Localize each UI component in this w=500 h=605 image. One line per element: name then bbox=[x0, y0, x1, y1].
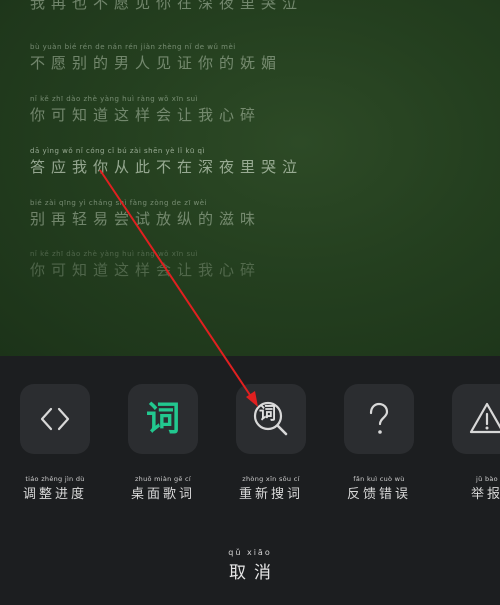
report-error-button[interactable]: fǎn kuì cuò wù 反馈错误 bbox=[344, 384, 414, 502]
question-icon bbox=[369, 402, 389, 434]
action-pinyin: jǔ bào bbox=[476, 475, 498, 483]
lyric-text: 我再也不愿见你在深夜里哭泣 bbox=[30, 0, 304, 12]
lyric-pinyin: nǐ kě zhī dào zhè yàng huì ràng wǒ xīn s… bbox=[30, 95, 198, 103]
lyric-line: 我再也不愿见你在深夜里哭泣 bbox=[30, 0, 303, 13]
lyric-pinyin: dā yìng wǒ nǐ cóng cǐ bú zài shēn yè lǐ … bbox=[30, 147, 205, 155]
action-label: jǔ bào 举报 bbox=[437, 475, 500, 502]
action-label: zhuō miàn gē cí 桌面歌词 bbox=[113, 475, 213, 502]
action-pinyin: tiáo zhěng jìn dù bbox=[25, 475, 85, 483]
search-lyrics-icon: 词 bbox=[249, 397, 293, 441]
cancel-pinyin: qǔ xiāo bbox=[228, 548, 272, 557]
action-text: 举报 bbox=[470, 487, 500, 502]
action-label: tiáo zhěng jìn dù 调整进度 bbox=[5, 475, 105, 502]
lyric-line: nǐ kě zhī dào zhè yàng huì ràng wǒ xīn s… bbox=[30, 95, 261, 125]
lyric-line: nǐ kě zhī dào zhè yàng huì ràng wǒ xīn s… bbox=[30, 250, 261, 280]
action-pinyin: zhòng xīn sōu cí bbox=[242, 475, 300, 483]
action-pinyin: fǎn kuì cuò wù bbox=[353, 475, 405, 483]
lyric-pinyin: nǐ kě zhī dào zhè yàng huì ràng wǒ xīn s… bbox=[30, 250, 198, 258]
research-lyrics-button[interactable]: 词 zhòng xīn sōu cí 重新搜词 bbox=[236, 384, 306, 502]
warning-icon bbox=[469, 402, 500, 434]
lyric-text: 你可知道这样会让我心碎 bbox=[30, 106, 262, 124]
action-tile[interactable] bbox=[344, 384, 414, 454]
lyric-pinyin: bié zài qīng yì cháng shì fàng zòng de z… bbox=[30, 199, 208, 207]
action-text: 调整进度 bbox=[22, 487, 87, 502]
lyric-text: 你可知道这样会让我心碎 bbox=[30, 261, 262, 279]
lyrics-panel: 我再也不愿见你在深夜里哭泣 bù yuàn bié rén de nán rén… bbox=[0, 0, 500, 356]
action-tile[interactable]: 词 bbox=[128, 384, 198, 454]
lyric-line-current: dā yìng wǒ nǐ cóng cǐ bú zài shēn yè lǐ … bbox=[30, 147, 303, 177]
action-text: 桌面歌词 bbox=[130, 487, 195, 502]
cancel-label: 取消 bbox=[229, 563, 279, 583]
desktop-lyrics-icon: 词 bbox=[146, 399, 180, 439]
lyrics-screen: 我再也不愿见你在深夜里哭泣 bù yuàn bié rén de nán rén… bbox=[0, 0, 500, 605]
search-lyrics-glyph: 词 bbox=[259, 404, 276, 424]
action-tile[interactable] bbox=[452, 384, 500, 454]
action-text: 反馈错误 bbox=[346, 487, 411, 502]
lyric-line: bù yuàn bié rén de nán rén jiàn zhèng nǐ… bbox=[30, 43, 282, 73]
cancel-button[interactable]: qǔ xiāo 取消 bbox=[200, 548, 300, 583]
action-label: zhòng xīn sōu cí 重新搜词 bbox=[221, 475, 321, 502]
lyric-text: 答应我你从此不在深夜里哭泣 bbox=[30, 158, 304, 176]
action-label: fǎn kuì cuò wù 反馈错误 bbox=[329, 475, 429, 502]
lyric-line: bié zài qīng yì cháng shì fàng zòng de z… bbox=[30, 199, 261, 229]
adjust-progress-button[interactable]: tiáo zhěng jìn dù 调整进度 bbox=[20, 384, 90, 502]
lyric-text: 别再轻易尝试放纵的滋味 bbox=[30, 210, 262, 228]
lyric-pinyin: bù yuàn bié rén de nán rén jiàn zhèng nǐ… bbox=[30, 43, 236, 51]
action-tile[interactable]: 词 bbox=[236, 384, 306, 454]
action-tile[interactable] bbox=[20, 384, 90, 454]
lyric-text: 不愿别的男人见证你的妩媚 bbox=[30, 54, 283, 72]
action-text: 重新搜词 bbox=[238, 487, 303, 502]
report-button[interactable]: jǔ bào 举报 bbox=[452, 384, 500, 502]
code-brackets-icon bbox=[40, 407, 70, 431]
action-pinyin: zhuō miàn gē cí bbox=[134, 475, 192, 483]
desktop-lyrics-button[interactable]: 词 zhuō miàn gē cí 桌面歌词 bbox=[128, 384, 198, 502]
